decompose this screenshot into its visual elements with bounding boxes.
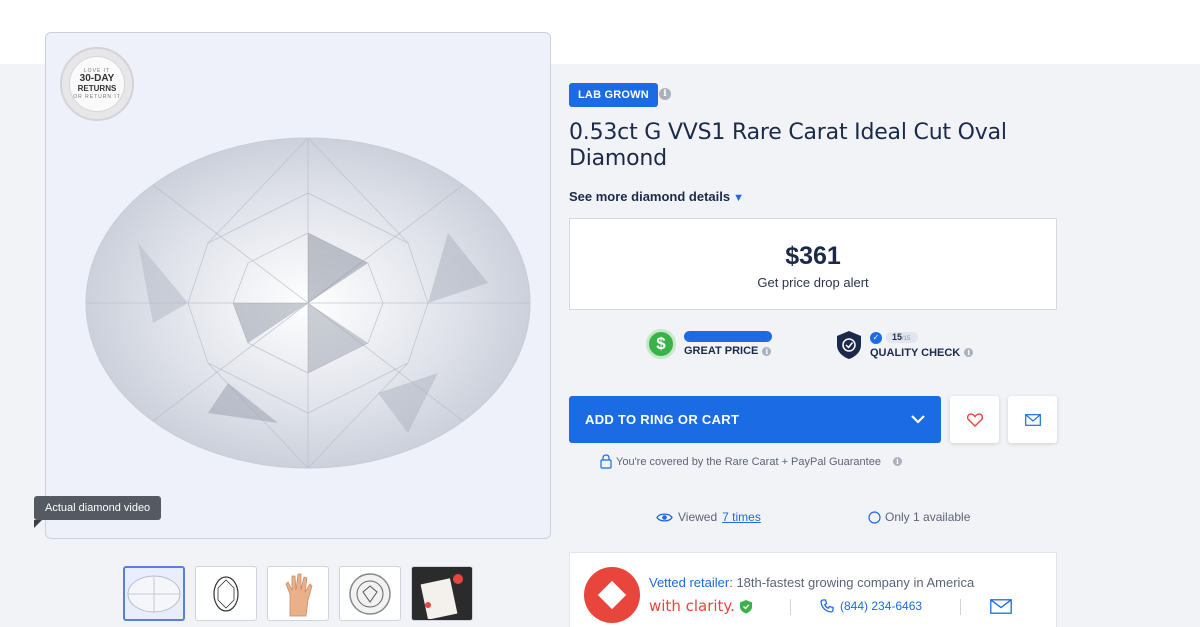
shield-check-icon [837,331,861,359]
info-icon[interactable]: i [964,348,974,357]
availability-text: Only 1 available [885,510,971,524]
retailer-logo [584,567,640,623]
cart-button-label: ADD TO RING OR CART [585,412,740,427]
vetted-retailer-text: Vetted retailer: 18th-fastest growing co… [649,575,975,590]
actual-diamond-video-label: Actual diamond video [34,496,162,528]
price-drop-alert-link[interactable]: Get price drop alert [570,275,1056,290]
price-value: $361 [785,242,841,270]
chevron-down-icon[interactable] [911,415,925,424]
quality-check-label: QUALITY CHECK [870,346,961,359]
view-count: Viewed 7 times [656,510,761,524]
thumbnail-strip [123,566,473,621]
guarantee-note: You're covered by the Rare Carat + PayPa… [600,454,902,469]
chevron-down-icon: ▼ [733,192,744,204]
product-title: 0.53ct G VVS1 Rare Carat Ideal Cut Oval … [569,120,1007,171]
see-more-label: See more diamond details [569,189,731,204]
phone-icon [820,599,834,613]
retailer-brand[interactable]: with clarity. [649,597,753,615]
heart-icon [966,412,983,427]
divider [960,599,961,615]
great-price-bar [684,331,772,342]
great-price-metric[interactable]: $ GREAT PRICE i [646,329,772,359]
retailer-email-button[interactable] [990,599,1012,619]
wishlist-button[interactable] [950,396,999,443]
great-price-label: GREAT PRICE [684,345,759,357]
viewed-count-link[interactable]: 7 times [722,510,761,524]
thumbnail-diamond-on-hand[interactable] [267,566,329,621]
info-icon[interactable]: i [762,346,772,356]
price-box: $361 Get price drop alert [569,218,1057,310]
thumbnail-diamond-diagram[interactable] [195,566,257,621]
eye-icon [656,512,673,522]
mail-icon [1024,413,1041,426]
retailer-card: Vetted retailer: 18th-fastest growing co… [569,552,1057,627]
thumbnail-certificate-seal[interactable] [339,566,401,621]
diamond-media-viewer[interactable]: LOVE IT 30-DAY RETURNS OR RETURN IT [45,32,551,539]
info-icon[interactable]: i [892,457,902,466]
guarantee-text: You're covered by the Rare Carat + PayPa… [616,455,881,468]
quality-score: 15/15 [886,332,919,343]
lock-icon [600,454,612,469]
availability: Only 1 available [868,510,970,524]
add-to-ring-or-cart-button[interactable]: ADD TO RING OR CART [569,396,941,443]
mail-icon [990,599,1012,614]
check-icon: ✓ [870,331,882,344]
30-day-returns-seal: LOVE IT 30-DAY RETURNS OR RETURN IT [60,47,134,121]
quality-check-metric[interactable]: ✓ 15/15 QUALITY CHECK i [836,330,974,360]
verified-shield-icon [739,599,752,613]
thumbnail-diamond-image[interactable] [123,566,185,621]
email-button[interactable] [1008,396,1057,443]
lab-grown-badge: LAB GROWN [569,83,658,107]
dollar-icon: $ [646,329,676,359]
info-icon[interactable]: i [659,88,671,100]
see-more-details-link[interactable]: See more diamond details ▼ [569,189,744,204]
viewed-prefix: Viewed [678,510,718,524]
divider [790,599,791,615]
thumbnail-certificate-document[interactable] [411,566,473,621]
diamond-video[interactable] [78,123,550,483]
clock-icon [868,510,881,524]
retailer-phone[interactable]: (844) 234-6463 [820,599,922,613]
